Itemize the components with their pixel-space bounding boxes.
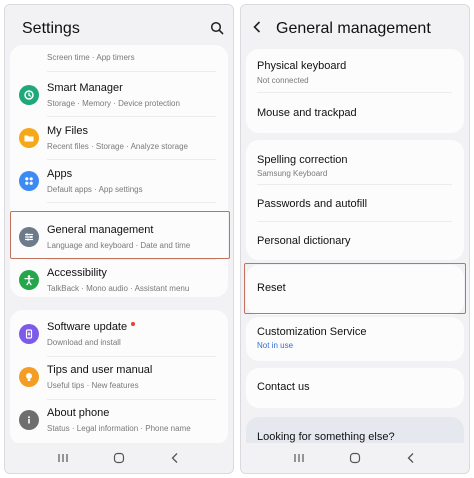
update-badge <box>131 322 135 326</box>
item-title: Software update <box>47 321 128 333</box>
settings-item-accessibility[interactable]: Accessibility TalkBack · Mono audio · As… <box>10 262 228 297</box>
info-icon <box>19 410 39 430</box>
general-management-screen: General management Physical keyboard Not… <box>240 4 470 474</box>
item-subtitle: Samsung Keyboard <box>257 169 328 178</box>
folder-icon <box>19 128 39 148</box>
item-subtitle: TalkBack · Mono audio · Assistant menu <box>47 284 190 293</box>
settings-item-tips[interactable]: Tips and user manual Useful tips · New f… <box>10 357 228 397</box>
item-title: Smart Manager <box>47 82 123 94</box>
back-icon[interactable] <box>400 450 422 466</box>
item-title: Customization Service <box>257 326 367 338</box>
recent-apps-icon[interactable] <box>288 450 310 466</box>
item-title: Tips and user manual <box>47 364 153 376</box>
gm-card-1: Physical keyboard Not connected Mouse an… <box>246 49 464 133</box>
settings-card-2: Software update Download and install Tip… <box>10 310 228 445</box>
navigation-bar <box>5 443 233 473</box>
item-title: My Files <box>47 125 88 137</box>
back-arrow-icon[interactable] <box>251 20 263 39</box>
gm-card-5: Contact us <box>246 368 464 408</box>
accessibility-icon <box>19 270 39 290</box>
highlight-box <box>244 263 466 314</box>
settings-card-1: Screen time · App timers Smart Manager S… <box>10 45 228 297</box>
gm-card-4: Customization Service Not in use <box>246 317 464 361</box>
item-subtitle: Download and install <box>47 338 121 347</box>
gm-item-spelling-correction[interactable]: Spelling correction Samsung Keyboard <box>246 140 464 184</box>
settings-item-apps[interactable]: Apps Default apps · App settings <box>10 161 228 201</box>
home-icon[interactable] <box>344 450 366 466</box>
tips-icon <box>19 367 39 387</box>
settings-item-my-files[interactable]: My Files Recent files · Storage · Analyz… <box>10 118 228 158</box>
smart-manager-icon <box>19 85 39 105</box>
software-update-icon <box>19 324 39 344</box>
apps-icon <box>19 171 39 191</box>
gm-item-passwords-autofill[interactable]: Passwords and autofill <box>246 185 464 221</box>
item-subtitle: Storage · Memory · Device protection <box>47 99 180 108</box>
gm-card-2: Spelling correction Samsung Keyboard Pas… <box>246 140 464 260</box>
item-subtitle: Useful tips · New features <box>47 381 139 390</box>
item-title: Accessibility <box>47 267 107 279</box>
gm-item-personal-dictionary[interactable]: Personal dictionary <box>246 222 464 258</box>
item-subtitle: Default apps · App settings <box>47 185 143 194</box>
item-title: Spelling correction <box>257 154 348 166</box>
back-icon[interactable] <box>164 450 186 466</box>
item-title: Contact us <box>257 381 310 393</box>
settings-screen: Settings Screen time · App timers Smart … <box>4 4 234 474</box>
highlight-box <box>10 211 230 259</box>
gm-item-mouse-trackpad[interactable]: Mouse and trackpad <box>246 93 464 133</box>
search-icon[interactable] <box>210 21 224 40</box>
page-title: General management <box>276 20 431 37</box>
item-title: Passwords and autofill <box>257 198 368 210</box>
item-title: Apps <box>47 168 73 180</box>
item-subtitle: Not connected <box>257 76 309 85</box>
gm-item-physical-keyboard[interactable]: Physical keyboard Not connected <box>246 49 464 91</box>
settings-item-about-phone[interactable]: About phone Status · Legal information ·… <box>10 400 228 440</box>
list-item-subtitle: Screen time · App timers <box>47 53 135 62</box>
item-title: Looking for something else? <box>257 431 395 443</box>
general-management-header: General management <box>241 5 469 53</box>
item-subtitle: Status · Legal information · Phone name <box>47 424 191 433</box>
page-title: Settings <box>22 20 80 37</box>
item-title: Personal dictionary <box>257 235 351 247</box>
list-item[interactable]: Screen time · App timers <box>10 45 228 67</box>
settings-item-software-update[interactable]: Software update Download and install <box>10 314 228 354</box>
item-title: Physical keyboard <box>257 60 347 72</box>
item-subtitle: Not in use <box>257 341 294 350</box>
navigation-bar <box>241 443 469 473</box>
gm-item-contact-us[interactable]: Contact us <box>246 368 464 408</box>
recent-apps-icon[interactable] <box>52 450 74 466</box>
home-icon[interactable] <box>108 450 130 466</box>
item-title: Mouse and trackpad <box>257 107 357 119</box>
gm-item-customization-service[interactable]: Customization Service Not in use <box>246 317 464 361</box>
settings-item-smart-manager[interactable]: Smart Manager Storage · Memory · Device … <box>10 75 228 115</box>
item-title: About phone <box>47 407 110 419</box>
item-subtitle: Recent files · Storage · Analyze storage <box>47 142 188 151</box>
